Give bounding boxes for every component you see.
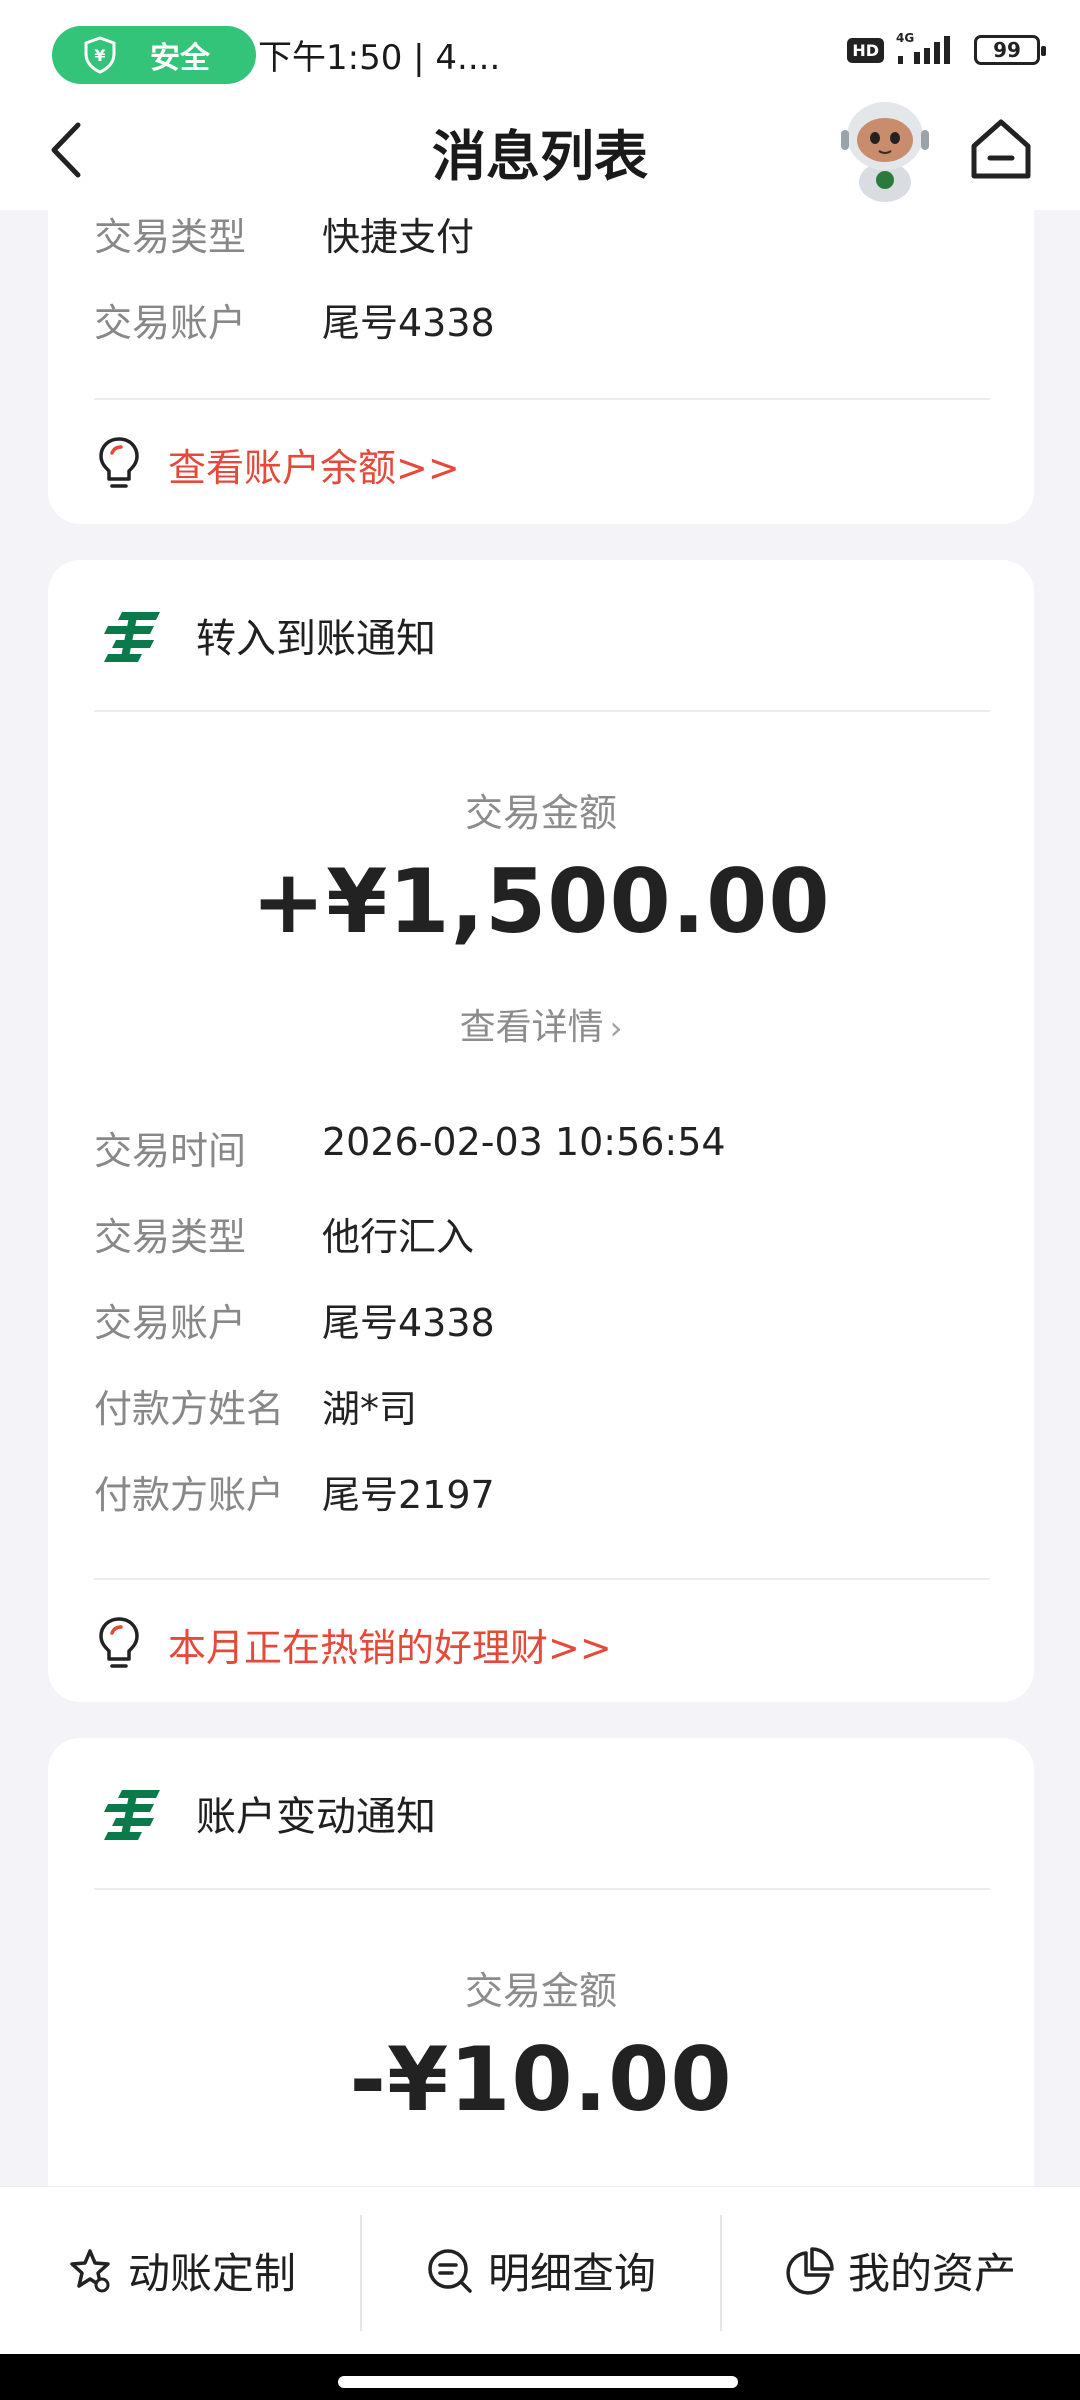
star-settings-icon [70, 2248, 110, 2292]
tab-account-alert-custom[interactable]: 动账定制 [0, 2187, 360, 2354]
row-value: 快捷支付 [322, 215, 475, 259]
row-key: 交易账户 [94, 1301, 247, 1345]
lightbulb-icon [99, 1617, 139, 1668]
amount-label: 交易金额 [464, 791, 617, 835]
network-type-label: 4G [896, 31, 914, 45]
home-icon[interactable] [966, 114, 1036, 182]
shield-icon: ¥ [84, 36, 116, 74]
tab-label: 明细查询 [487, 2249, 656, 2298]
row-key: 付款方姓名 [94, 1387, 285, 1431]
signal-icon: 4G [896, 31, 950, 64]
search-list-icon [428, 2248, 472, 2293]
row-key: 交易类型 [94, 1215, 247, 1259]
row-key: 交易类型 [94, 215, 247, 259]
status-indicators: HD 4G 99 [847, 30, 1046, 70]
card-header: 账户变动通知 [48, 1738, 1034, 1890]
navigation-bar: 消息列表 [0, 90, 1080, 210]
security-label: 安全 [150, 41, 210, 76]
card-title: 转入到账通知 [196, 616, 436, 662]
status-time: 下午1:50 | 4.... [258, 38, 501, 78]
hd-badge: HD [847, 37, 884, 63]
view-details-label: 查看详情 [459, 1007, 604, 1048]
amount-value: +¥1,500.00 [251, 850, 831, 953]
row-key: 付款方账户 [94, 1473, 285, 1517]
row-value: 尾号2197 [322, 1473, 495, 1517]
tab-label: 我的资产 [847, 2249, 1016, 2298]
home-indicator[interactable] [338, 2376, 738, 2388]
promo-text: 本月正在热销的好理财>> [168, 1625, 612, 1670]
robot-assistant-icon[interactable] [835, 96, 935, 204]
security-badge[interactable]: ¥ 安全 [52, 26, 256, 84]
bottom-tab-bar: 动账定制 明细查询 我的资产 [0, 2186, 1080, 2354]
divider [94, 710, 990, 712]
view-details-link[interactable]: 查看详情 › [48, 998, 1034, 1050]
battery-icon: 99 [974, 35, 1046, 65]
promo-link-balance[interactable]: 查看账户余额>> [94, 432, 460, 496]
row-value: 湖*司 [322, 1387, 418, 1431]
postal-bank-logo-icon [104, 1790, 160, 1840]
pie-chart-icon [786, 2246, 834, 2295]
card-title: 账户变动通知 [196, 1794, 436, 1840]
promo-text: 查看账户余额>> [168, 445, 460, 490]
svg-text:¥: ¥ [94, 46, 105, 65]
postal-bank-logo-icon [104, 612, 160, 662]
amount-value: -¥10.00 [349, 2028, 733, 2131]
chevron-right-icon: › [609, 1009, 623, 1047]
tab-detail-query[interactable]: 明细查询 [360, 2187, 720, 2354]
row-value: 尾号4338 [322, 1301, 495, 1345]
divider [94, 1578, 990, 1580]
divider [94, 1888, 990, 1890]
row-value: 尾号4338 [322, 301, 495, 345]
top-bar: ¥ 安全 下午1:50 | 4.... HD 4G 99 消息列表 [0, 0, 1080, 210]
divider [94, 398, 990, 400]
card-header: 转入到账通知 [48, 560, 1034, 712]
promo-link-wealth[interactable]: 本月正在热销的好理财>> [94, 1612, 612, 1676]
lightbulb-icon [99, 437, 139, 488]
message-card-incoming-transfer: 转入到账通知 交易金额 +¥1,500.00 查看详情 › 交易时间 2026-0… [48, 560, 1034, 1702]
row-value: 2026-02-03 10:56:54 [322, 1120, 726, 1164]
gesture-navigation-area [0, 2354, 1080, 2400]
tab-label: 动账定制 [127, 2249, 296, 2298]
amount-label: 交易金额 [464, 1969, 617, 2013]
tab-my-assets[interactable]: 我的资产 [720, 2187, 1080, 2354]
row-key: 交易账户 [94, 301, 247, 345]
row-value: 他行汇入 [322, 1215, 475, 1259]
battery-level: 99 [993, 38, 1021, 62]
row-key: 交易时间 [94, 1129, 247, 1173]
